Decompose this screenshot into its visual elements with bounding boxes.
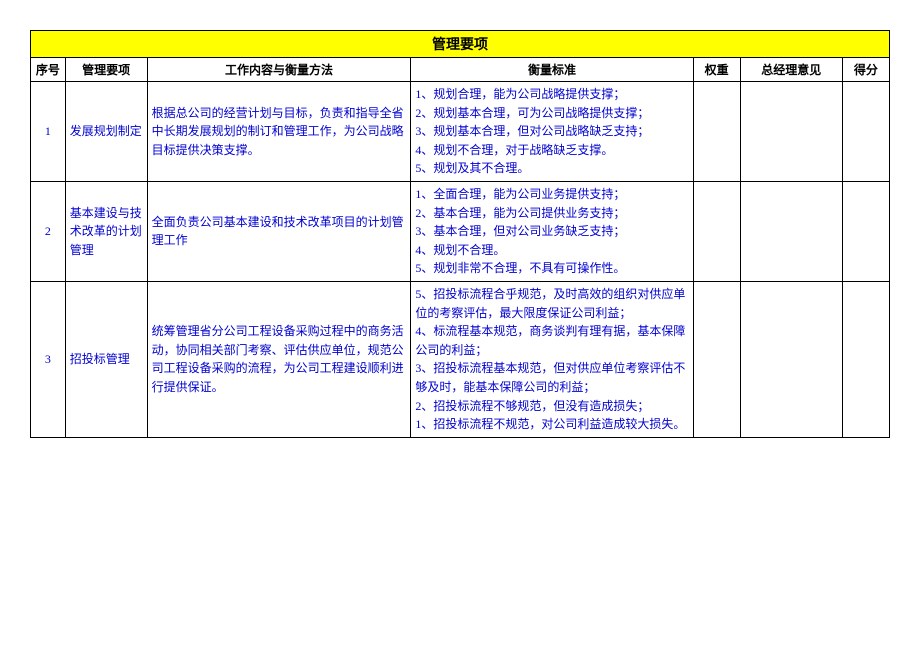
hdr-gm: 总经理意见 bbox=[740, 58, 842, 82]
cell-weight bbox=[693, 181, 740, 281]
cell-std: 5、招投标流程合乎规范，及时高效的组织对供应单位的考察评估，最大限度保证公司利益… bbox=[411, 281, 693, 437]
hdr-std: 衡量标准 bbox=[411, 58, 693, 82]
hdr-seq: 序号 bbox=[31, 58, 66, 82]
hdr-work: 工作内容与衡量方法 bbox=[147, 58, 411, 82]
cell-weight bbox=[693, 82, 740, 182]
cell-gm bbox=[740, 82, 842, 182]
cell-seq: 2 bbox=[31, 181, 66, 281]
cell-item: 招投标管理 bbox=[65, 281, 147, 437]
page-container: 管理要项 序号 管理要项 工作内容与衡量方法 衡量标准 权重 总经理意见 得分 … bbox=[30, 30, 890, 438]
management-table: 管理要项 序号 管理要项 工作内容与衡量方法 衡量标准 权重 总经理意见 得分 … bbox=[30, 30, 890, 438]
cell-score bbox=[842, 281, 889, 437]
cell-seq: 1 bbox=[31, 82, 66, 182]
cell-score bbox=[842, 82, 889, 182]
cell-std: 1、规划合理，能为公司战略提供支撑； 2、规划基本合理，可为公司战略提供支撑； … bbox=[411, 82, 693, 182]
cell-item: 发展规划制定 bbox=[65, 82, 147, 182]
table-row: 2基本建设与技术改革的计划管理全面负责公司基本建设和技术改革项目的计划管理工作1… bbox=[31, 181, 890, 281]
cell-seq: 3 bbox=[31, 281, 66, 437]
cell-std: 1、全面合理，能为公司业务提供支持； 2、基本合理，能为公司提供业务支持； 3、… bbox=[411, 181, 693, 281]
cell-item: 基本建设与技术改革的计划管理 bbox=[65, 181, 147, 281]
table-title: 管理要项 bbox=[31, 31, 890, 58]
hdr-score: 得分 bbox=[842, 58, 889, 82]
table-row: 3招投标管理统筹管理省分公司工程设备采购过程中的商务活动，协同相关部门考察、评估… bbox=[31, 281, 890, 437]
cell-gm bbox=[740, 181, 842, 281]
cell-score bbox=[842, 181, 889, 281]
table-row: 1发展规划制定根据总公司的经营计划与目标，负责和指导全省中长期发展规划的制订和管… bbox=[31, 82, 890, 182]
hdr-weight: 权重 bbox=[693, 58, 740, 82]
cell-work: 根据总公司的经营计划与目标，负责和指导全省中长期发展规划的制订和管理工作，为公司… bbox=[147, 82, 411, 182]
cell-work: 全面负责公司基本建设和技术改革项目的计划管理工作 bbox=[147, 181, 411, 281]
hdr-item: 管理要项 bbox=[65, 58, 147, 82]
cell-gm bbox=[740, 281, 842, 437]
cell-weight bbox=[693, 281, 740, 437]
header-row: 序号 管理要项 工作内容与衡量方法 衡量标准 权重 总经理意见 得分 bbox=[31, 58, 890, 82]
cell-work: 统筹管理省分公司工程设备采购过程中的商务活动，协同相关部门考察、评估供应单位，规… bbox=[147, 281, 411, 437]
title-row: 管理要项 bbox=[31, 31, 890, 58]
